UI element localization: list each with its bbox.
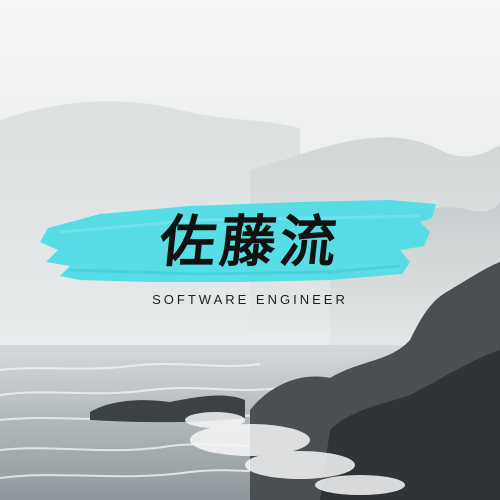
logo-name: 佐藤流 xyxy=(156,209,344,275)
logo-canvas: 佐藤流 SOFTWARE ENGINEER xyxy=(0,0,500,500)
logo-tagline: SOFTWARE ENGINEER xyxy=(152,292,348,307)
